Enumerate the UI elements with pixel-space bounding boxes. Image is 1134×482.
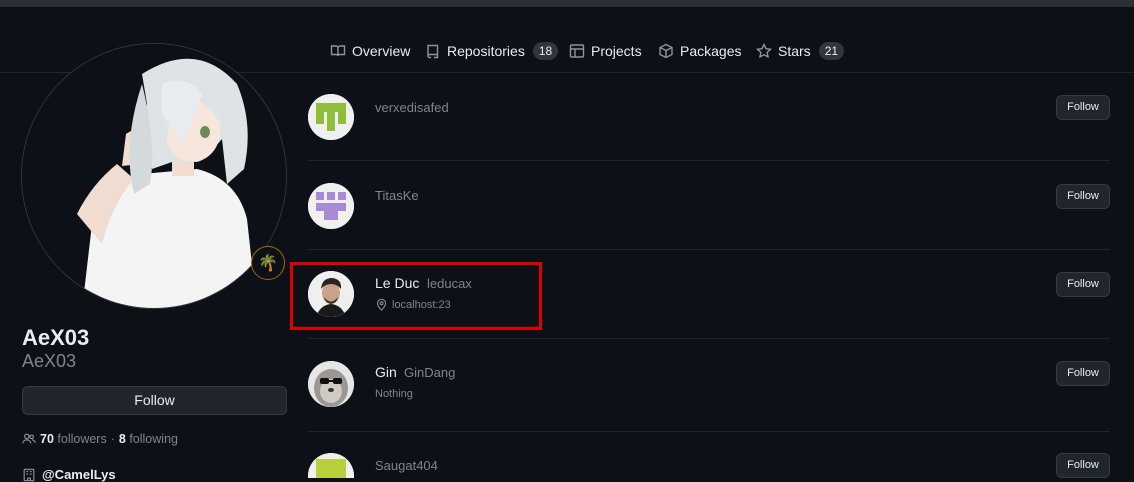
- palm-tree-icon: 🌴: [258, 255, 278, 272]
- user-login[interactable]: Saugat404: [375, 458, 438, 473]
- status-emoji-badge[interactable]: 🌴: [251, 246, 285, 280]
- user-avatar[interactable]: [308, 94, 354, 140]
- tab-packages[interactable]: Packages: [658, 41, 741, 61]
- tab-overview[interactable]: Overview: [330, 41, 410, 61]
- user-bio: Nothing: [375, 388, 413, 400]
- sloth-sunglasses: [308, 361, 354, 407]
- user-login[interactable]: verxedisafed: [375, 100, 449, 115]
- list-item: verxedisafed Follow: [308, 94, 1110, 160]
- list-item: Saugat404 Follow: [308, 453, 1110, 478]
- divider: [308, 431, 1110, 432]
- user-avatar[interactable]: [308, 453, 354, 478]
- user-login[interactable]: GinDang: [404, 365, 455, 380]
- profile-fullname: AeX03: [22, 325, 90, 350]
- list-item: Gin GinDang Nothing Follow: [308, 361, 1110, 427]
- following-link[interactable]: 8 following: [119, 432, 178, 446]
- divider: [308, 160, 1110, 161]
- follow-user-button[interactable]: Follow: [1056, 184, 1110, 209]
- building-icon: [23, 468, 35, 481]
- stats-separator: ·: [110, 432, 115, 446]
- followers-label: followers: [57, 432, 107, 446]
- profile-username: AeX03: [22, 351, 77, 371]
- divider: [308, 249, 1110, 250]
- follow-user-button[interactable]: Follow: [1056, 453, 1110, 478]
- tab-repositories[interactable]: Repositories 18: [425, 41, 559, 61]
- following-count: 8: [118, 432, 126, 446]
- anime-avatar-image: [22, 44, 286, 308]
- highlight-box: [290, 262, 542, 330]
- stars-count-badge: 21: [818, 42, 845, 60]
- list-item: TitasKe Follow: [308, 183, 1110, 249]
- follow-user-button[interactable]: Follow: [1056, 95, 1110, 120]
- organization-info: @CamelLys: [22, 467, 116, 482]
- profile-avatar[interactable]: [21, 43, 287, 309]
- divider: [308, 338, 1110, 339]
- identicon-green: [308, 94, 354, 140]
- user-fullname[interactable]: Gin: [375, 364, 397, 380]
- table-icon: [569, 44, 585, 58]
- followers-link[interactable]: 70 followers: [40, 432, 107, 446]
- bio-text: Nothing: [375, 388, 413, 400]
- package-icon: [659, 43, 673, 59]
- tab-label: Projects: [591, 43, 642, 59]
- organization-link[interactable]: @CamelLys: [42, 467, 116, 482]
- tab-label: Packages: [680, 43, 742, 59]
- following-label: following: [129, 432, 178, 446]
- followers-count: 70: [40, 432, 54, 446]
- user-avatar[interactable]: [308, 361, 354, 407]
- follow-stats: 70 followers · 8 following: [22, 432, 178, 446]
- tab-projects[interactable]: Projects: [569, 41, 642, 61]
- user-avatar[interactable]: [308, 183, 354, 229]
- star-icon: [756, 43, 772, 59]
- follow-button[interactable]: Follow: [22, 386, 287, 415]
- book-icon: [330, 45, 346, 57]
- repo-icon: [427, 44, 439, 59]
- follow-user-button[interactable]: Follow: [1056, 361, 1110, 386]
- follow-user-button[interactable]: Follow: [1056, 272, 1110, 297]
- top-header-bar: [0, 0, 1134, 7]
- user-login[interactable]: TitasKe: [375, 188, 419, 203]
- tab-stars[interactable]: Stars 21: [756, 41, 845, 61]
- repositories-count-badge: 18: [532, 42, 559, 60]
- tab-label: Stars: [778, 43, 811, 59]
- people-icon: [22, 433, 36, 444]
- tab-label: Repositories: [447, 43, 525, 59]
- identicon-lime: [308, 453, 354, 478]
- tab-label: Overview: [352, 43, 411, 59]
- identicon-purple: [308, 183, 354, 229]
